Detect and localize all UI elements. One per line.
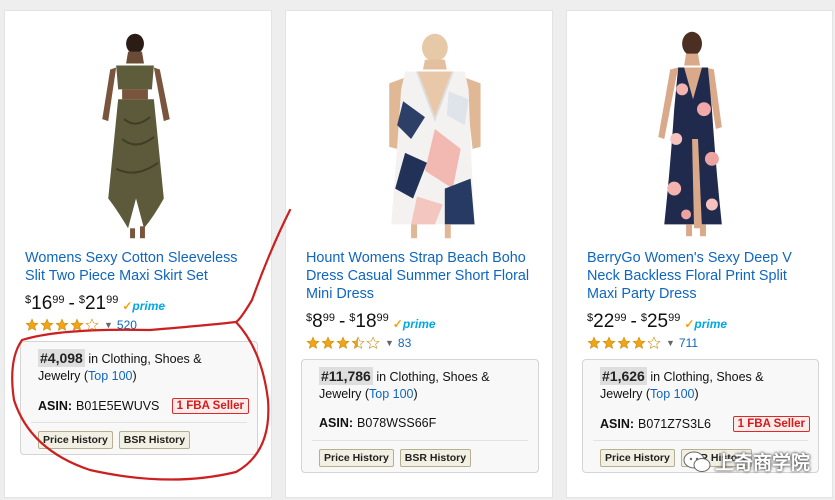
asin-label: ASIN:	[38, 399, 73, 413]
bsr-box: #4,098 in Clothing, Shoes & Jewelry (Top…	[20, 341, 258, 455]
price-low: 8	[312, 311, 323, 332]
price-range: $22 99 - $25 99 ✓prime	[587, 311, 728, 332]
product-image-graphic	[658, 31, 722, 237]
rank-number: #4,098	[38, 349, 85, 367]
star-icon	[647, 336, 661, 349]
star-icon	[40, 318, 54, 331]
rating[interactable]: ▼ 83	[306, 336, 411, 350]
price-low-cents: 99	[614, 312, 627, 324]
wechat-icon	[683, 451, 711, 472]
product-image[interactable]	[567, 29, 832, 244]
fba-seller-badge[interactable]: 1 FBA Seller	[171, 398, 249, 414]
asin-label: ASIN:	[319, 416, 354, 430]
divider	[312, 440, 528, 441]
rating[interactable]: ▼ 711	[587, 336, 698, 350]
rank-number: #1,626	[600, 367, 647, 385]
asin-label: ASIN:	[600, 417, 635, 431]
watermark: 上奇商学院	[683, 448, 810, 475]
asin-row: ASIN: B071Z7S3L6 1 FBA Seller	[600, 416, 810, 432]
rank-line: #4,098 in Clothing, Shoes & Jewelry (Top…	[38, 349, 247, 385]
top-100-link[interactable]: Top 100	[88, 369, 132, 383]
star-rating	[587, 336, 662, 350]
product-title[interactable]: BerryGo Women's Sexy Deep V Neck Backles…	[587, 249, 818, 303]
star-icon	[366, 336, 380, 349]
star-icon	[25, 318, 39, 331]
star-icon	[85, 318, 99, 331]
star-rating	[25, 318, 100, 332]
product-image-graphic	[389, 33, 481, 239]
product-card: BerryGo Women's Sexy Deep V Neck Backles…	[566, 10, 833, 498]
asin-row: ASIN: B01E5EWUVS 1 FBA Seller	[38, 398, 249, 414]
price-high: 21	[84, 293, 107, 314]
divider	[593, 440, 808, 441]
price-history-button[interactable]: Price History	[319, 449, 394, 467]
bsr-box: #11,786 in Clothing, Shoes & Jewelry (To…	[301, 359, 539, 473]
rank-line: #11,786 in Clothing, Shoes & Jewelry (To…	[319, 367, 528, 403]
price-high: 25	[646, 311, 669, 332]
star-icon	[70, 318, 84, 331]
rank-number: #11,786	[319, 367, 373, 385]
review-count[interactable]: 520	[117, 318, 137, 332]
product-title[interactable]: Womens Sexy Cotton Sleeveless Slit Two P…	[25, 249, 257, 285]
asin-value: B071Z7S3L6	[638, 417, 712, 431]
product-title[interactable]: Hount Womens Strap Beach Boho Dress Casu…	[306, 249, 538, 303]
price-history-button[interactable]: Price History	[600, 449, 675, 467]
star-icon	[306, 336, 320, 349]
history-buttons: Price History BSR History	[319, 449, 477, 467]
top-100-link[interactable]: Top 100	[369, 387, 413, 401]
star-icon	[55, 318, 69, 331]
rating[interactable]: ▼ 520	[25, 318, 137, 332]
history-buttons: Price History BSR History	[38, 431, 196, 449]
chevron-down-icon[interactable]: ▼	[385, 338, 394, 348]
prime-badge: ✓prime	[684, 317, 728, 331]
asin-value: B078WSS66F	[357, 416, 437, 430]
price-range: $8 99 - $18 99 ✓prime	[306, 311, 436, 332]
prime-badge: ✓prime	[392, 317, 436, 331]
product-image[interactable]	[5, 29, 271, 244]
bsr-history-button[interactable]: BSR History	[399, 449, 472, 467]
star-icon	[321, 336, 335, 349]
asin-row: ASIN: B078WSS66F	[319, 416, 530, 430]
price-high: 18	[355, 311, 377, 332]
price-high-cents: 99	[106, 294, 119, 306]
prime-badge: ✓prime	[122, 299, 166, 313]
price-low-cents: 99	[52, 294, 65, 306]
star-icon	[351, 336, 365, 349]
price-history-button[interactable]: Price History	[38, 431, 113, 449]
price-low: 22	[593, 311, 615, 332]
fba-seller-badge[interactable]: 1 FBA Seller	[732, 416, 810, 432]
product-image-graphic	[102, 33, 170, 239]
price-low-cents: 99	[322, 312, 335, 324]
star-icon	[617, 336, 631, 349]
star-rating	[306, 336, 381, 350]
price-high-cents: 99	[668, 312, 681, 324]
asin-value: B01E5EWUVS	[76, 399, 160, 413]
divider	[31, 422, 247, 423]
product-image[interactable]	[286, 29, 552, 244]
bsr-history-button[interactable]: BSR History	[118, 431, 191, 449]
star-icon	[602, 336, 616, 349]
star-icon	[336, 336, 350, 349]
chevron-down-icon[interactable]: ▼	[666, 338, 675, 348]
review-count[interactable]: 83	[398, 336, 411, 350]
product-card: Womens Sexy Cotton Sleeveless Slit Two P…	[4, 10, 272, 498]
price-high-cents: 99	[376, 312, 389, 324]
star-icon	[587, 336, 601, 349]
price-range: $16 99 - $21 99 ✓prime	[25, 293, 166, 314]
top-100-link[interactable]: Top 100	[650, 387, 694, 401]
product-card: Hount Womens Strap Beach Boho Dress Casu…	[285, 10, 553, 498]
chevron-down-icon[interactable]: ▼	[104, 320, 113, 330]
watermark-text: 上奇商学院	[715, 453, 811, 474]
rank-line: #1,626 in Clothing, Shoes & Jewelry (Top…	[600, 367, 808, 403]
review-count[interactable]: 711	[679, 336, 698, 350]
price-low: 16	[31, 293, 53, 314]
star-icon	[632, 336, 646, 349]
